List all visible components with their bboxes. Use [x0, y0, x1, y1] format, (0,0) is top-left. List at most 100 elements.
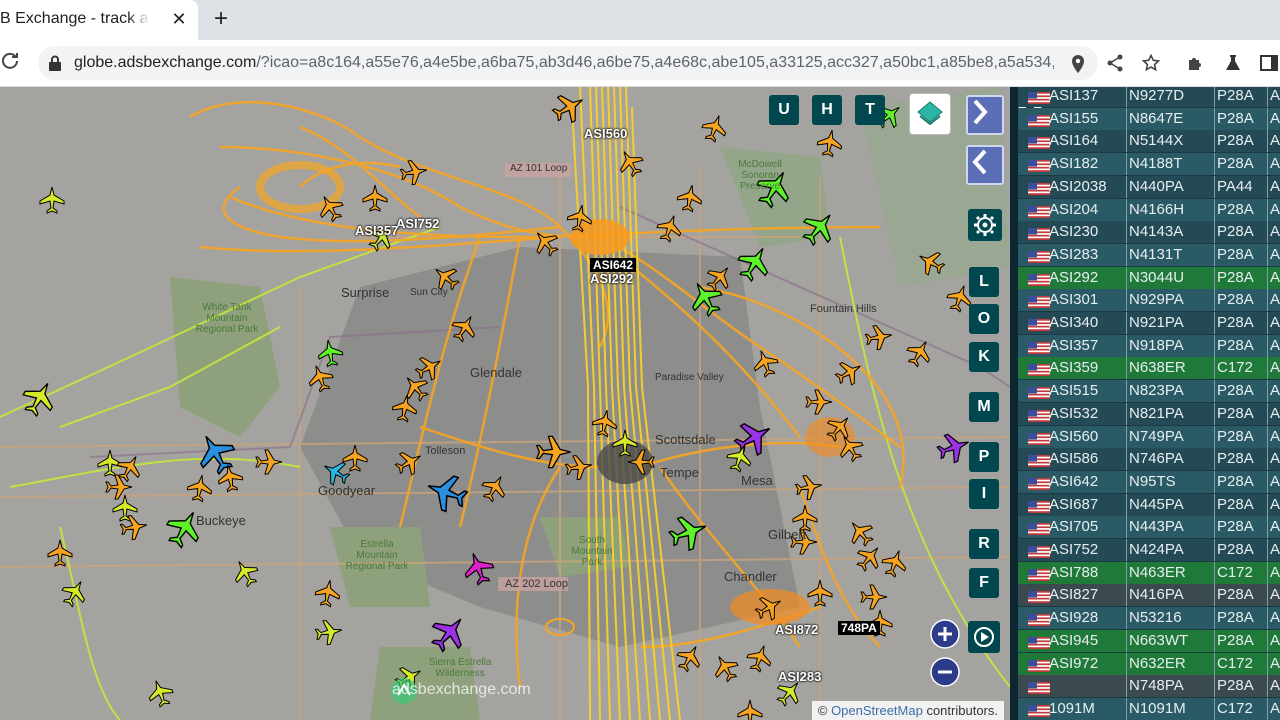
registration-cell: N463ER	[1129, 563, 1186, 581]
column-divider	[1126, 425, 1127, 448]
callsign-cell: ASI155	[1049, 109, 1099, 127]
column-divider	[1126, 357, 1127, 380]
toggle-i-button[interactable]: I	[969, 479, 999, 509]
column-divider	[1126, 198, 1127, 221]
column-divider	[1214, 629, 1215, 652]
toggle-l-button[interactable]: L	[969, 267, 999, 297]
column-divider	[1267, 334, 1268, 357]
location-icon[interactable]	[1070, 54, 1090, 74]
column-divider	[1214, 153, 1215, 176]
column-divider	[1267, 380, 1268, 403]
url-path: /?icao=a8c164,a55e76,a4e5be,a6ba75,ab3d4…	[256, 54, 1054, 71]
flight-label-asi642[interactable]: ASI642	[590, 258, 637, 272]
us-flag-icon	[1028, 613, 1050, 627]
table-row[interactable]: ASI137 N9277D P28A A	[1018, 87, 1280, 107]
column-divider	[1126, 107, 1127, 130]
lab-flask-icon[interactable]	[1224, 54, 1244, 74]
toggle-u-button[interactable]: U	[769, 95, 799, 125]
column-divider	[1267, 561, 1268, 584]
openstreetmap-link[interactable]: OpenStreetMap	[831, 703, 923, 718]
toggle-t-button[interactable]: T	[855, 95, 885, 125]
layers-icon[interactable]	[909, 93, 951, 135]
toggle-p-button[interactable]: P	[969, 442, 999, 472]
flight-label-asi357[interactable]: ASI357	[352, 224, 401, 238]
table-row[interactable]: ASI204 N4166H P28A A	[1018, 198, 1280, 221]
table-row[interactable]: ASI532 N821PA P28A A	[1018, 402, 1280, 425]
table-row[interactable]: ASI972 N632ER C172 A	[1018, 652, 1280, 675]
active-tab[interactable]: B Exchange - track a ✕	[0, 0, 198, 40]
toggle-r-button[interactable]: R	[969, 529, 999, 559]
place-estrella: Estrella Mountain Regional Park	[345, 539, 409, 572]
type-cell: C172	[1217, 699, 1253, 717]
registration-cell: N9277D	[1129, 87, 1185, 104]
column-divider	[1126, 175, 1127, 198]
table-row[interactable]: ASI705 N443PA P28A A	[1018, 516, 1280, 539]
toggle-k-button[interactable]: K	[969, 342, 999, 372]
table-row[interactable]: ASI283 N4131T P28A A	[1018, 243, 1280, 266]
panel-resize-handle[interactable]	[1010, 87, 1018, 720]
table-row[interactable]: ASI2038 N440PA PA44 A	[1018, 175, 1280, 198]
table-row[interactable]: ASI155 N8647E P28A A	[1018, 107, 1280, 130]
flight-label-asi292[interactable]: ASI292	[587, 272, 636, 286]
column-divider	[1267, 470, 1268, 493]
reload-icon[interactable]	[0, 51, 22, 73]
share-icon[interactable]	[1106, 54, 1126, 74]
side-panel-icon[interactable]	[1260, 54, 1280, 74]
table-row[interactable]: ASI182 N4188T P28A A	[1018, 153, 1280, 176]
flight-label-asi283[interactable]: ASI283	[775, 670, 824, 684]
extra-cell: A	[1270, 654, 1280, 672]
callsign-cell: ASI945	[1049, 631, 1099, 649]
place-gilbert: Gilbert	[768, 527, 807, 542]
type-cell: P28A	[1217, 109, 1254, 127]
table-row[interactable]: ASI642 N95TS P28A A	[1018, 470, 1280, 493]
toggle-o-button[interactable]: O	[969, 304, 999, 334]
extensions-icon[interactable]	[1186, 54, 1206, 74]
bookmark-star-icon[interactable]	[1141, 53, 1162, 74]
lock-icon[interactable]	[48, 55, 62, 76]
zoom-out-icon[interactable]	[930, 657, 960, 687]
toggle-m-button[interactable]: M	[969, 392, 999, 422]
table-row[interactable]: ASI687 N445PA P28A A	[1018, 493, 1280, 516]
table-row[interactable]: ASI357 N918PA P28A A	[1018, 334, 1280, 357]
table-row[interactable]: ASI292 N3044U P28A A	[1018, 266, 1280, 289]
table-row[interactable]: ASI230 N4143A P28A A	[1018, 221, 1280, 244]
collapse-left-arrow-icon[interactable]	[966, 145, 1004, 185]
table-row[interactable]: 1091M N1091M C172 A	[1018, 697, 1280, 720]
table-row[interactable]: ASI359 N638ER C172 A	[1018, 357, 1280, 380]
table-row[interactable]: ASI340 N921PA P28A A	[1018, 312, 1280, 334]
flight-label-asi872[interactable]: ASI872	[772, 623, 821, 637]
table-row[interactable]: ASI164 N5144X P28A A	[1018, 130, 1280, 153]
table-row[interactable]: ASI827 N416PA P28A A	[1018, 584, 1280, 607]
tab-close-icon[interactable]: ✕	[168, 8, 190, 30]
table-row[interactable]: ASI752 N424PA P28A A	[1018, 539, 1280, 561]
flight-label-748pa[interactable]: 748PA	[838, 621, 880, 635]
column-divider	[1126, 130, 1127, 153]
column-divider	[1267, 402, 1268, 425]
url-text[interactable]: globe.adsbexchange.com/?icao=a8c164,a55e…	[74, 54, 1054, 72]
toggle-f-button[interactable]: F	[969, 568, 999, 598]
table-row[interactable]: ASI945 N663WT P28A A	[1018, 629, 1280, 652]
expand-right-arrow-icon[interactable]	[966, 95, 1004, 135]
callsign-cell: ASI164	[1049, 132, 1099, 150]
column-divider	[1126, 153, 1127, 176]
table-row[interactable]: ASI301 N929PA P28A A	[1018, 289, 1280, 312]
place-paradise-valley: Paradise Valley	[655, 372, 724, 383]
table-row[interactable]: ASI788 N463ER C172 A	[1018, 561, 1280, 584]
type-cell: P28A	[1217, 586, 1254, 604]
table-row[interactable]: ASI586 N746PA P28A A	[1018, 448, 1280, 471]
flight-map[interactable]: AZ 101 Loop AZ 202 Loop Surprise Sun Cit…	[0, 87, 1010, 720]
callsign-cell: ASI532	[1049, 404, 1099, 422]
table-row[interactable]: ASI560 N749PA P28A A	[1018, 425, 1280, 448]
flight-label-asi560[interactable]: ASI560	[581, 127, 630, 141]
replay-icon[interactable]	[968, 621, 1000, 653]
address-bar[interactable]: globe.adsbexchange.com/?icao=a8c164,a55e…	[38, 46, 1098, 80]
new-tab-button[interactable]: +	[208, 6, 234, 32]
column-divider	[1214, 289, 1215, 312]
extra-cell: A	[1270, 336, 1280, 354]
table-row[interactable]: ASI515 N823PA P28A A	[1018, 380, 1280, 403]
zoom-in-icon[interactable]	[930, 619, 960, 649]
toggle-h-button[interactable]: H	[812, 95, 842, 125]
table-row[interactable]: N748PA P28A A	[1018, 675, 1280, 698]
table-row[interactable]: ASI928 N53216 P28A A	[1018, 607, 1280, 630]
settings-gear-icon[interactable]	[968, 209, 1002, 241]
